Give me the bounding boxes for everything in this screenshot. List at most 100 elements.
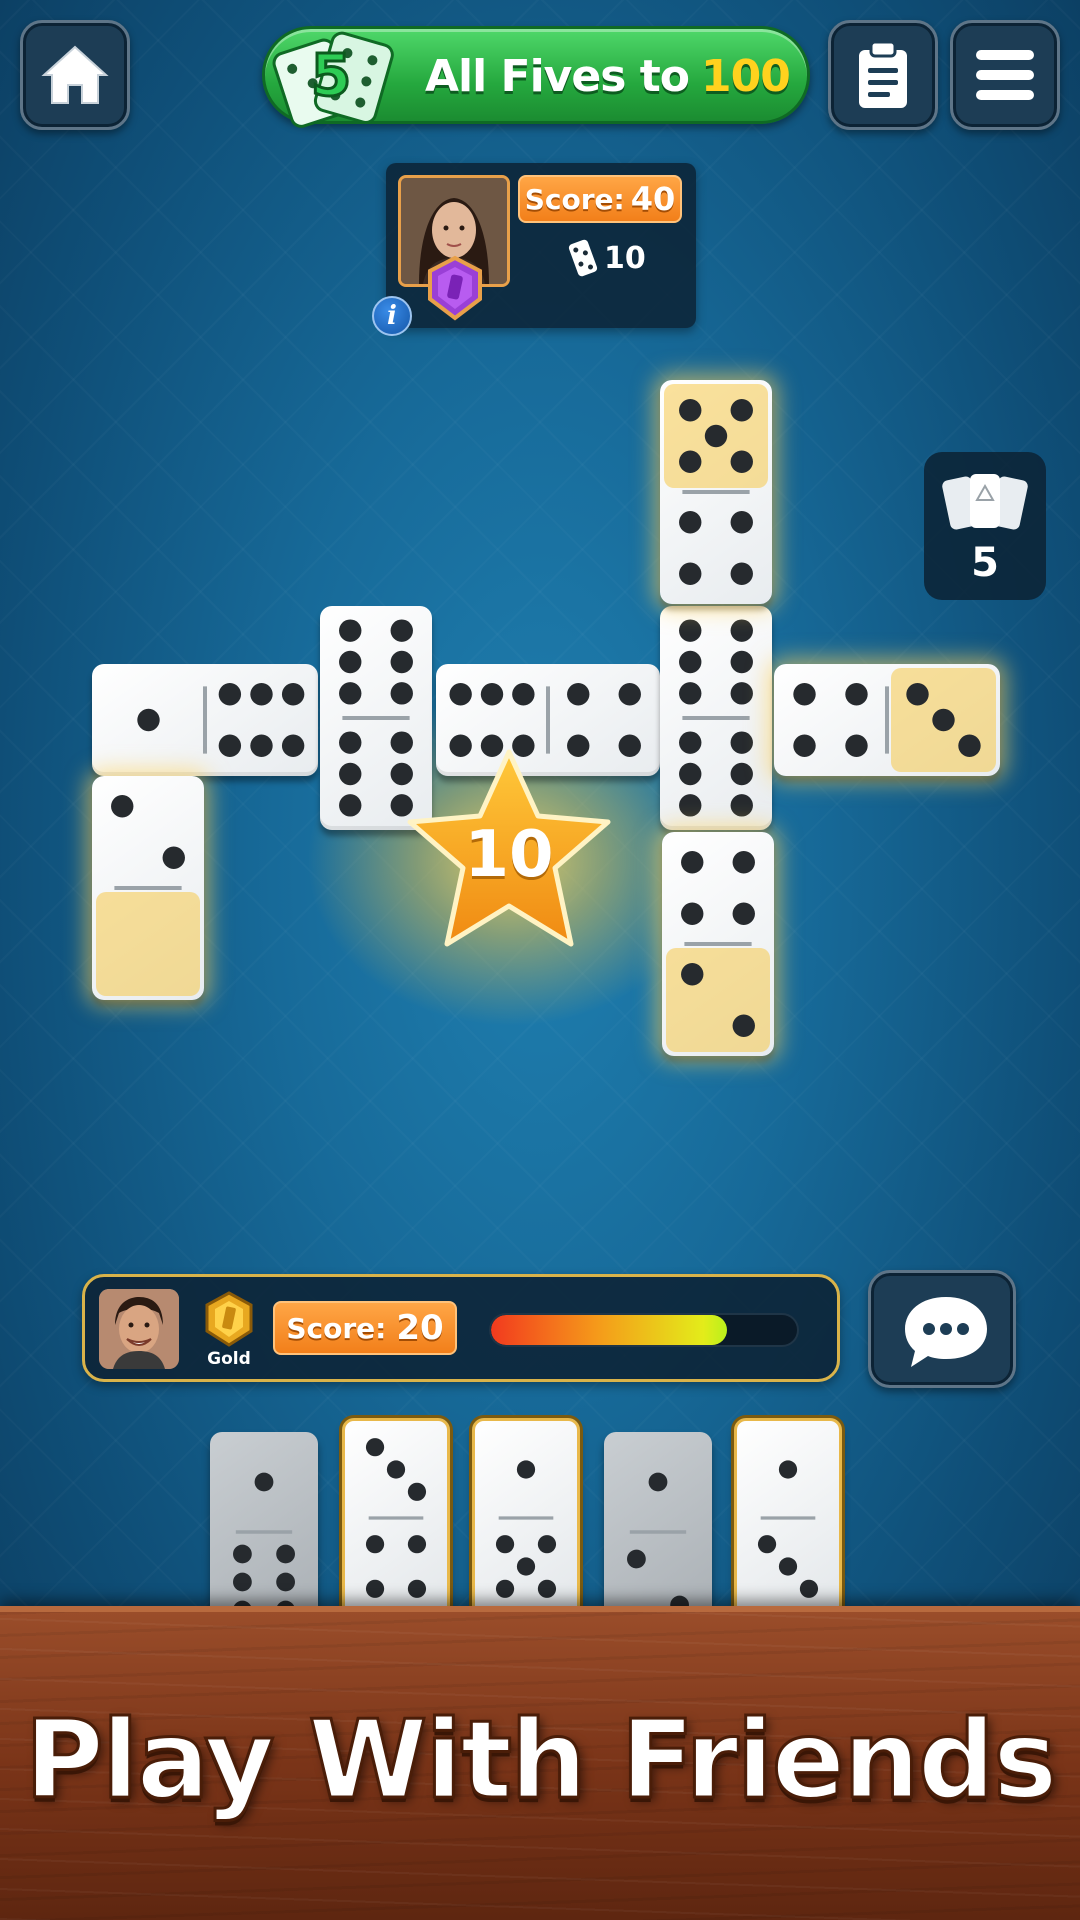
board-domino <box>662 832 774 1056</box>
player-score: Score: 20 <box>273 1301 457 1355</box>
hand-domino-playable[interactable] <box>734 1418 842 1618</box>
boneyard-pile[interactable]: 5 <box>924 452 1046 600</box>
turn-timer-fill <box>491 1315 727 1345</box>
player-rank-label: Gold <box>207 1349 251 1369</box>
board-domino <box>660 380 772 604</box>
player-avatar[interactable] <box>99 1289 179 1369</box>
domino-pip <box>276 1572 295 1592</box>
domino-pip <box>512 683 535 706</box>
chat-bubble-icon <box>905 1297 987 1367</box>
logo-badge-number: 5 <box>311 41 351 109</box>
domino-pip <box>679 762 702 786</box>
domino-pip <box>679 650 702 674</box>
domino-pip <box>845 683 868 706</box>
board-domino <box>774 664 1000 776</box>
domino-pip <box>793 683 816 706</box>
game-mode-title: All Fives to 100 <box>425 51 791 102</box>
domino-pip <box>681 851 704 874</box>
domino-pip <box>137 708 160 732</box>
domino-pip <box>793 734 816 757</box>
domino-pip <box>339 794 362 817</box>
opponent-tiles-count: 10 <box>568 239 646 277</box>
domino-pip <box>537 1535 557 1554</box>
domino-pip <box>233 1572 252 1592</box>
opponent-score-label: Score: <box>524 182 625 216</box>
domino-pip <box>757 1535 777 1554</box>
domino-pip <box>730 650 753 674</box>
player-panel: Gold Score: 20 <box>82 1274 840 1382</box>
hand-domino[interactable] <box>604 1432 712 1632</box>
hand-domino-playable[interactable] <box>342 1418 450 1618</box>
domino-pip <box>648 1472 668 1492</box>
domino-pip <box>390 619 413 642</box>
domino-pip <box>679 511 702 534</box>
domino-pip <box>250 734 273 757</box>
domino-pip <box>732 1014 755 1037</box>
highlight-half <box>666 948 770 1052</box>
domino-pip <box>233 1544 252 1564</box>
domino-pip <box>778 1460 798 1479</box>
domino-pip <box>390 682 413 705</box>
home-button[interactable] <box>20 20 130 130</box>
domino-pip <box>732 851 755 874</box>
domino-pip <box>681 902 704 925</box>
game-mode-banner: 5 All Fives to 100 <box>262 26 810 128</box>
domino-pip <box>679 619 702 642</box>
domino-pip <box>516 1460 536 1479</box>
opponent-tiles-left: 10 <box>604 240 646 276</box>
domino-pip <box>250 683 273 706</box>
domino-pip <box>407 1579 427 1598</box>
domino-pip <box>730 762 753 786</box>
player-score-value: 20 <box>396 1308 444 1348</box>
domino-pip <box>730 399 753 422</box>
promo-banner: Play With Friends <box>0 1606 1080 1920</box>
opponent-score-value: 40 <box>630 180 676 218</box>
gold-rank-icon <box>205 1291 253 1347</box>
domino-pip <box>339 731 362 754</box>
domino-pip <box>679 399 702 422</box>
hand-domino-playable[interactable] <box>472 1418 580 1618</box>
clipboard-icon <box>859 40 907 108</box>
opponent-panel: Score: 40 10 <box>386 163 696 328</box>
boneyard-count: 5 <box>971 540 999 586</box>
scoreboard-button[interactable] <box>828 20 938 130</box>
domino-pip <box>218 683 242 706</box>
info-icon[interactable]: i <box>372 296 412 336</box>
domino-pip <box>407 1535 427 1554</box>
highlight-half <box>96 892 200 996</box>
domino-pip <box>495 1535 515 1554</box>
cards-stack-icon <box>942 474 1028 530</box>
chat-button[interactable] <box>868 1270 1016 1388</box>
board-domino <box>92 664 318 776</box>
domino-pip <box>730 562 753 585</box>
domino-pip <box>730 511 753 534</box>
hamburger-menu-icon <box>976 50 1034 100</box>
domino-pip <box>480 683 504 706</box>
domino-pip <box>679 682 702 705</box>
opponent-score: Score: 40 <box>518 175 682 223</box>
domino-pip <box>390 650 413 674</box>
domino-pip <box>495 1579 515 1598</box>
turn-timer-bar <box>489 1313 799 1347</box>
domino-tile-icon <box>568 239 598 277</box>
domino-pip <box>276 1544 295 1564</box>
player-score-label: Score: <box>286 1311 387 1345</box>
domino-pip <box>627 1549 646 1569</box>
domino-pip <box>906 683 929 706</box>
score-popup-points: 10 <box>464 818 554 892</box>
dominoes-logo-icon: 5 <box>272 31 394 128</box>
mode-title-text: All Fives to <box>425 51 690 102</box>
domino-pip <box>679 731 702 754</box>
domino-pip <box>618 734 641 757</box>
domino-pip <box>111 795 134 818</box>
domino-pip <box>407 1482 427 1501</box>
domino-pip <box>449 683 472 706</box>
menu-button[interactable] <box>950 20 1060 130</box>
hand-domino[interactable] <box>210 1432 318 1632</box>
domino-pip <box>339 619 362 642</box>
domino-pip <box>365 1535 385 1554</box>
domino-pip <box>704 424 728 448</box>
domino-pip <box>516 1557 536 1576</box>
domino-pip <box>679 562 702 585</box>
domino-pip <box>254 1472 274 1492</box>
